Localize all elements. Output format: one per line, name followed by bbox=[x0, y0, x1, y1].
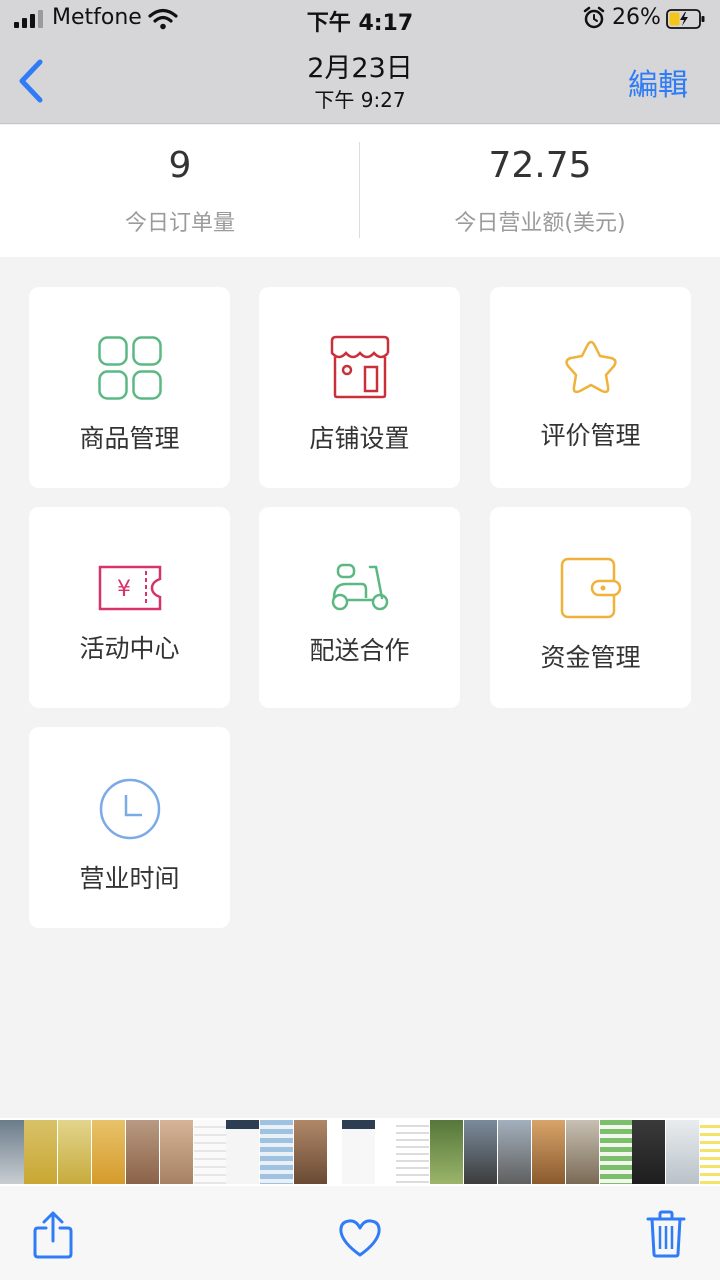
page-title: 2月23日 bbox=[307, 53, 413, 84]
thumbnail[interactable] bbox=[24, 1120, 57, 1184]
stats-panel: 9 今日订单量 72.75 今日营业额(美元) bbox=[0, 125, 720, 257]
thumbnail[interactable] bbox=[126, 1120, 159, 1184]
menu-label: 店铺设置 bbox=[309, 424, 410, 453]
store-icon bbox=[330, 335, 389, 399]
thumbnail[interactable] bbox=[194, 1120, 227, 1184]
orders-label: 今日订单量 bbox=[124, 211, 235, 236]
thumbnail[interactable] bbox=[566, 1120, 599, 1184]
menu-item-activity-center[interactable]: ¥ 活动中心 bbox=[29, 507, 230, 708]
thumbnail[interactable] bbox=[600, 1120, 633, 1184]
photo-thumbnail-strip[interactable] bbox=[0, 1118, 720, 1186]
wallet-icon bbox=[560, 557, 621, 619]
thumbnail[interactable] bbox=[632, 1120, 665, 1184]
screen: Metfone 下午 4:17 26% 2月23日 下午 9:27 編輯 9 今… bbox=[0, 0, 720, 1280]
clock-icon bbox=[99, 778, 160, 840]
share-icon[interactable] bbox=[32, 1210, 74, 1260]
page-subtitle: 下午 9:27 bbox=[314, 88, 406, 112]
thumbnail[interactable] bbox=[260, 1120, 293, 1184]
thumbnail[interactable] bbox=[532, 1120, 565, 1184]
scooter-icon bbox=[331, 563, 388, 611]
menu-label: 资金管理 bbox=[540, 643, 641, 672]
edit-button[interactable]: 編輯 bbox=[628, 60, 688, 104]
heart-icon[interactable] bbox=[338, 1218, 382, 1258]
thumbnail[interactable] bbox=[58, 1120, 91, 1184]
star-icon bbox=[564, 340, 617, 394]
thumbnail[interactable] bbox=[342, 1120, 375, 1184]
trash-icon[interactable] bbox=[646, 1210, 686, 1258]
orders-count: 9 bbox=[168, 145, 192, 186]
thumbnail[interactable] bbox=[666, 1120, 699, 1184]
menu-label: 营业时间 bbox=[79, 864, 180, 893]
battery-charging-icon bbox=[666, 9, 705, 29]
menu-item-business-hours[interactable]: 营业时间 bbox=[29, 727, 230, 928]
thumbnail[interactable] bbox=[226, 1120, 259, 1184]
thumbnail[interactable] bbox=[700, 1120, 720, 1184]
status-bar: Metfone 下午 4:17 26% bbox=[0, 0, 720, 40]
menu-item-delivery-cooperation[interactable]: 配送合作 bbox=[259, 507, 460, 708]
alarm-icon bbox=[583, 6, 605, 29]
menu-item-store-settings[interactable]: 店铺设置 bbox=[259, 287, 460, 488]
menu-label: 配送合作 bbox=[309, 636, 410, 665]
thumbnail[interactable] bbox=[396, 1120, 429, 1184]
thumbnail[interactable] bbox=[464, 1120, 497, 1184]
menu-label: 评价管理 bbox=[540, 421, 641, 450]
menu-item-fund-management[interactable]: 资金管理 bbox=[490, 507, 691, 708]
revenue-stat: 72.75 今日营业额(美元) bbox=[360, 125, 720, 257]
revenue-label: 今日营业额(美元) bbox=[454, 211, 626, 236]
thumbnail[interactable] bbox=[430, 1120, 463, 1184]
coupon-icon: ¥ bbox=[98, 565, 161, 611]
battery-percent: 26% bbox=[612, 5, 661, 30]
menu-item-product-management[interactable]: 商品管理 bbox=[29, 287, 230, 488]
thumbnail[interactable] bbox=[498, 1120, 531, 1184]
photo-viewer-header: Metfone 下午 4:17 26% 2月23日 下午 9:27 編輯 bbox=[0, 0, 720, 124]
thumbnail[interactable] bbox=[294, 1120, 327, 1184]
menu-label: 商品管理 bbox=[79, 424, 180, 453]
product-grid-icon bbox=[97, 336, 162, 400]
svg-text:¥: ¥ bbox=[117, 577, 131, 602]
menu-item-review-management[interactable]: 评价管理 bbox=[490, 287, 691, 488]
thumbnail[interactable] bbox=[160, 1120, 193, 1184]
orders-stat: 9 今日订单量 bbox=[0, 125, 360, 257]
menu-label: 活动中心 bbox=[79, 634, 180, 663]
revenue-amount: 72.75 bbox=[488, 145, 592, 186]
thumbnail[interactable] bbox=[92, 1120, 125, 1184]
bottom-toolbar bbox=[0, 1186, 720, 1280]
